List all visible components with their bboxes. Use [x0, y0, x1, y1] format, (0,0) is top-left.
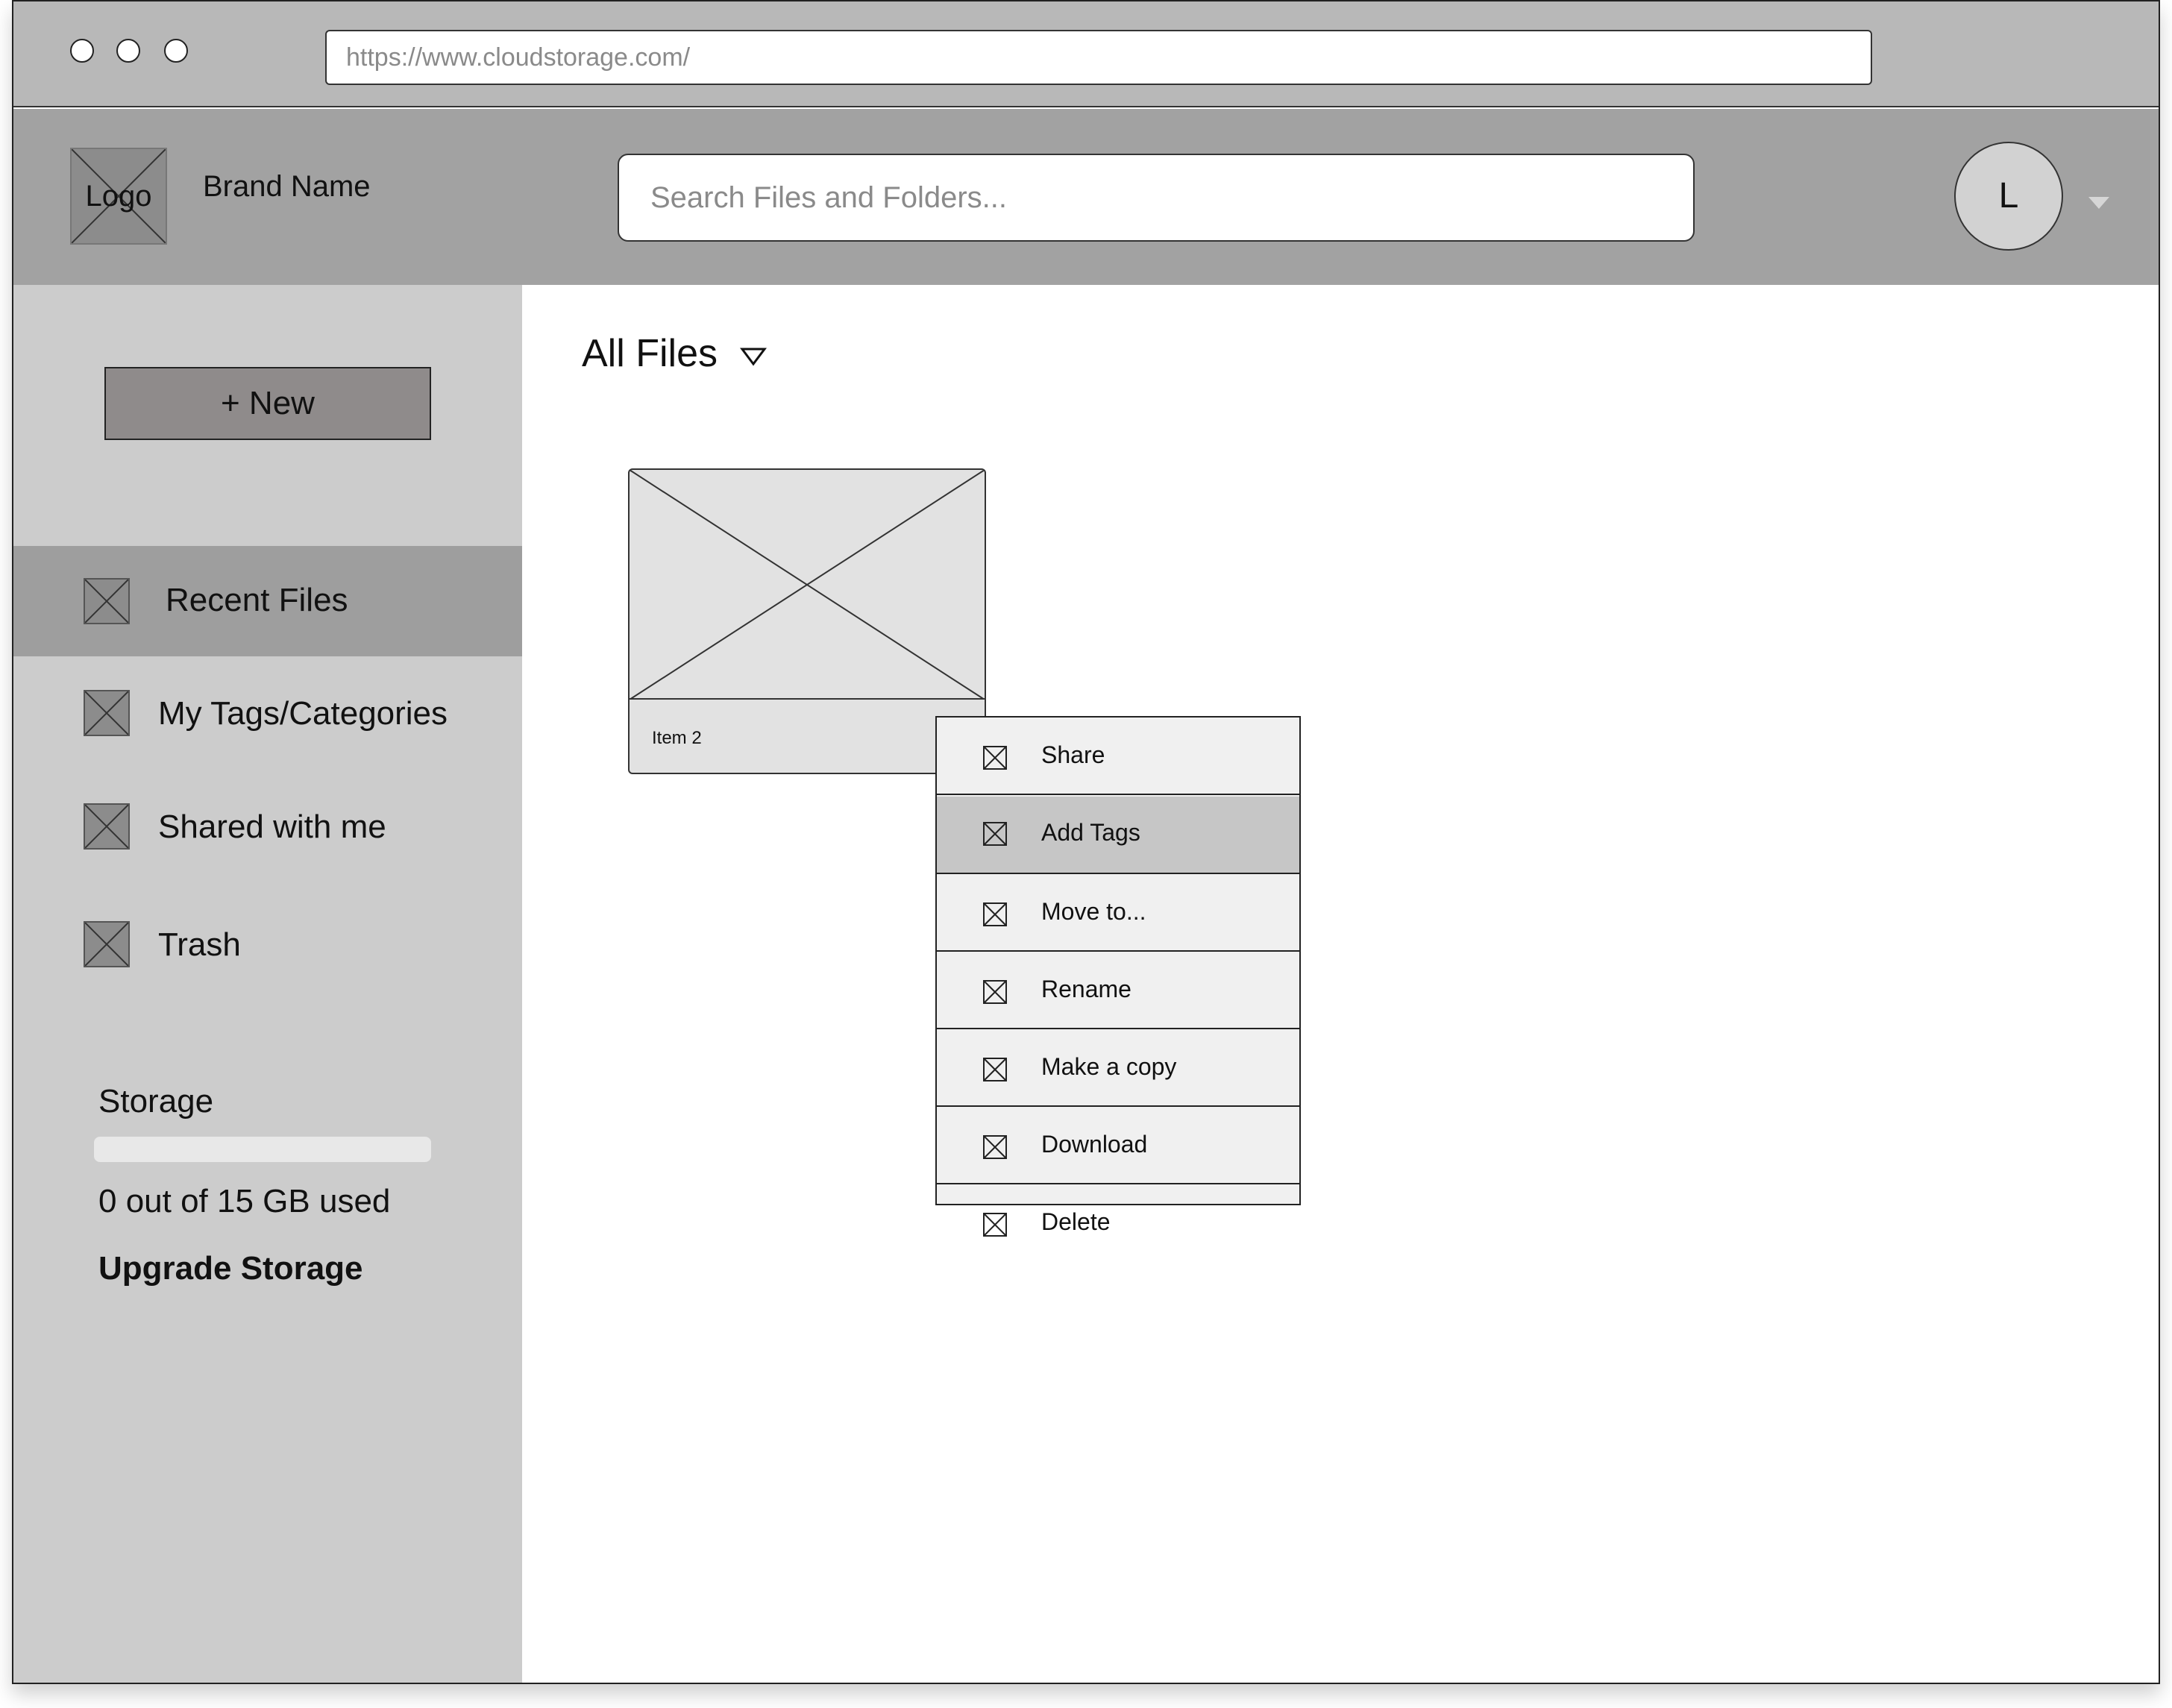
menu-item-rename[interactable]: Rename — [937, 952, 1299, 1029]
menu-item-make-a-copy[interactable]: Make a copy — [937, 1029, 1299, 1107]
menu-item-delete[interactable]: Delete — [937, 1184, 1299, 1237]
context-menu: Share Add Tags Move to... Rename Make a … — [935, 716, 1301, 1237]
menu-item-move-to[interactable]: Move to... — [937, 874, 1299, 952]
menu-item-label: Rename — [1041, 976, 1131, 1002]
logo-label: Logo — [85, 180, 152, 213]
menu-item-share[interactable]: Share — [937, 718, 1299, 795]
account-dropdown-icon[interactable] — [2088, 197, 2109, 209]
placeholder-cross-icon — [630, 470, 985, 700]
page-title[interactable]: All Files — [582, 331, 718, 376]
trash-icon — [84, 921, 130, 967]
menu-item-label: Make a copy — [1041, 1053, 1177, 1080]
rename-icon — [983, 980, 1007, 1004]
brand-name: Brand Name — [203, 170, 371, 203]
file-name: Item 2 — [652, 728, 702, 748]
sidebar-item-label: Shared with me — [158, 809, 386, 845]
app-header: Logo Brand Name Search Files and Folders… — [13, 109, 2159, 285]
chevron-down-icon[interactable] — [740, 346, 767, 367]
sidebar: + New Recent Files My Tags/Categories Sh… — [13, 285, 522, 1683]
user-avatar[interactable]: L — [1954, 142, 2063, 251]
storage-progress-bar — [94, 1137, 431, 1162]
sidebar-item-recent-files[interactable]: Recent Files — [13, 546, 522, 656]
window-close-dot[interactable] — [70, 39, 94, 63]
search-input[interactable]: Search Files and Folders... — [618, 154, 1695, 242]
tag-icon — [983, 822, 1007, 846]
window-maximize-dot[interactable] — [164, 39, 188, 63]
new-button[interactable]: + New — [104, 367, 431, 440]
sidebar-item-label: My Tags/Categories — [158, 695, 448, 732]
sidebar-item-trash[interactable]: Trash — [13, 888, 522, 998]
storage-title: Storage — [98, 1083, 214, 1120]
upgrade-storage-link[interactable]: Upgrade Storage — [98, 1250, 363, 1287]
address-bar[interactable]: https://www.cloudstorage.com/ — [325, 30, 1872, 85]
browser-toolbar: https://www.cloudstorage.com/ — [13, 1, 2159, 107]
menu-item-add-tags[interactable]: Add Tags — [937, 797, 1299, 874]
menu-item-label: Add Tags — [1041, 819, 1140, 846]
file-thumbnail-placeholder — [630, 470, 985, 700]
menu-item-label: Share — [1041, 741, 1105, 768]
recent-files-icon — [84, 578, 130, 624]
delete-icon — [983, 1213, 1007, 1237]
file-card[interactable]: Item 2 — [628, 468, 986, 774]
download-icon — [983, 1135, 1007, 1159]
logo-image-placeholder[interactable]: Logo — [70, 148, 167, 245]
move-icon — [983, 902, 1007, 926]
share-icon — [983, 746, 1007, 770]
sidebar-item-my-tags[interactable]: My Tags/Categories — [13, 656, 522, 767]
copy-icon — [983, 1058, 1007, 1081]
browser-window: https://www.cloudstorage.com/ Logo Brand… — [12, 0, 2160, 1684]
shared-icon — [84, 803, 130, 850]
tags-icon — [84, 690, 130, 736]
sidebar-item-shared-with-me[interactable]: Shared with me — [13, 770, 522, 880]
menu-item-label: Delete — [1041, 1208, 1111, 1235]
menu-item-download[interactable]: Download — [937, 1107, 1299, 1184]
menu-item-label: Move to... — [1041, 898, 1146, 925]
storage-used-text: 0 out of 15 GB used — [98, 1183, 391, 1219]
window-minimize-dot[interactable] — [116, 39, 140, 63]
sidebar-item-label: Trash — [158, 926, 241, 963]
menu-item-label: Download — [1041, 1131, 1148, 1158]
main-content: All Files Item 2 Share Add Tags Move to.… — [522, 285, 2159, 1683]
sidebar-item-label: Recent Files — [166, 582, 348, 618]
